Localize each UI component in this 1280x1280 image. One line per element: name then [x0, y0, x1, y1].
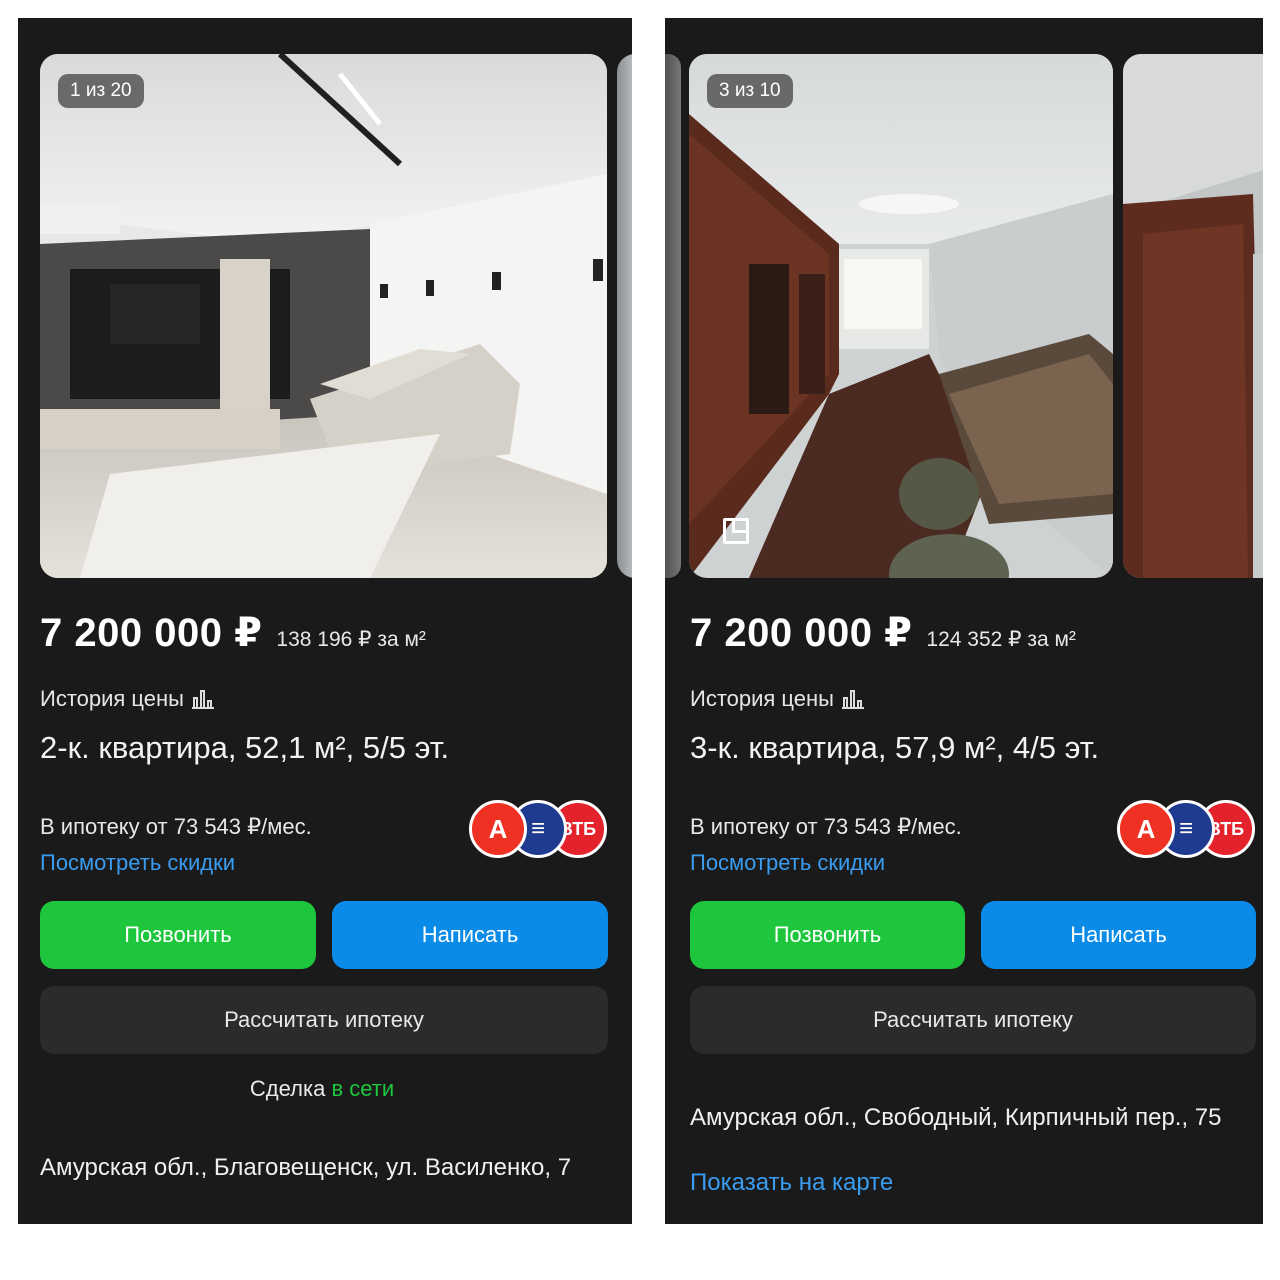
bar-chart-icon [191, 689, 214, 709]
price-history-link[interactable]: История цены [690, 686, 864, 712]
price: 7 200 000 ₽ [40, 611, 263, 655]
address: Амурская обл., Свободный, Кирпичный пер.… [690, 1104, 1222, 1131]
discounts-link[interactable]: Посмотреть скидки [40, 850, 235, 876]
floor-plan-icon[interactable] [723, 518, 749, 544]
bar-chart-icon [841, 689, 864, 709]
write-button[interactable]: Написать [332, 901, 608, 969]
deal-online-label[interactable]: Сделка в сети [18, 1076, 626, 1102]
mortgage-text: В ипотеку от 73 543 ₽/мес. [690, 814, 962, 839]
listing-title: 3-к. квартира, 57,9 м², 4/5 эт. [690, 730, 1100, 765]
next-photo-preview[interactable] [617, 54, 632, 578]
room-photo [689, 54, 1113, 578]
photo-counter: 3 из 10 [707, 74, 793, 108]
call-button[interactable]: Позвонить [40, 901, 316, 969]
show-on-map-link[interactable]: Показать на карте [690, 1169, 893, 1197]
price: 7 200 000 ₽ [690, 611, 913, 655]
photo-gallery-main[interactable]: 1 из 20 [40, 54, 607, 578]
mortgage-text: В ипотеку от 73 543 ₽/мес. [40, 814, 312, 839]
bank-logos[interactable]: А ≡ ВТБ [1117, 800, 1257, 858]
deal-text: Сделка [249, 1076, 326, 1101]
listing-title: 2-к. квартира, 52,1 м², 5/5 эт. [40, 730, 450, 765]
call-button[interactable]: Позвонить [690, 901, 965, 969]
alfa-bank-icon: А [469, 800, 527, 858]
price-history-link[interactable]: История цены [40, 686, 214, 712]
price-per-m2: 138 196 ₽ за м² [276, 628, 426, 651]
next-photo-preview[interactable] [1123, 54, 1263, 578]
price-per-m2: 124 352 ₽ за м² [926, 628, 1076, 651]
price-history-label: История цены [40, 686, 184, 711]
previous-photo-preview[interactable] [665, 54, 681, 578]
bank-logos[interactable]: А ≡ ВТБ [469, 800, 609, 858]
listing-card-1: 1 из 20 7 200 000 ₽ 138 196 ₽ за м² Исто… [18, 18, 632, 1224]
write-button[interactable]: Написать [981, 901, 1256, 969]
discounts-link[interactable]: Посмотреть скидки [690, 850, 885, 876]
price-row: 7 200 000 ₽ 124 352 ₽ за м² [690, 610, 1076, 656]
calculate-mortgage-button[interactable]: Рассчитать ипотеку [40, 986, 608, 1054]
alfa-bank-icon: А [1117, 800, 1175, 858]
photo-counter: 1 из 20 [58, 74, 144, 108]
calculate-mortgage-button[interactable]: Рассчитать ипотеку [690, 986, 1256, 1054]
deal-online-text: в сети [331, 1076, 395, 1101]
photo-gallery-main[interactable]: 3 из 10 [689, 54, 1113, 578]
price-row: 7 200 000 ₽ 138 196 ₽ за м² [40, 610, 426, 656]
price-history-label: История цены [690, 686, 834, 711]
living-room-photo [40, 54, 607, 578]
listing-card-2: 3 из 10 7 200 000 ₽ 124 352 ₽ за м² Исто… [665, 18, 1263, 1224]
address: Амурская обл., Благовещенск, ул. Василен… [40, 1154, 572, 1181]
next-room-photo [1123, 54, 1263, 578]
